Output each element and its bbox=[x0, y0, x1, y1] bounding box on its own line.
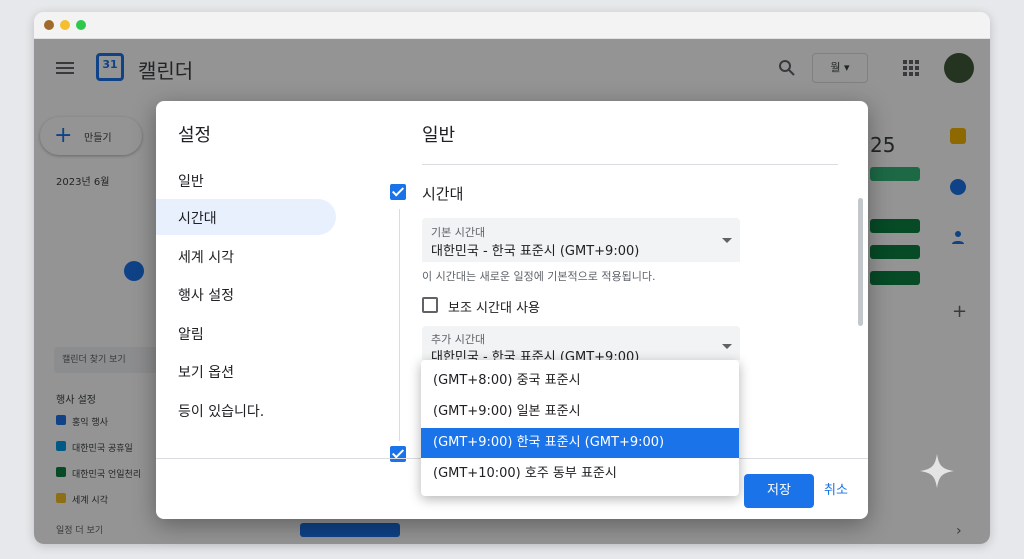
nav-item-timezone[interactable]: 시간대 bbox=[178, 208, 217, 228]
nav-item-event-settings[interactable]: 행사 설정 bbox=[178, 285, 234, 305]
extra-timezone-label: 추가 시간대 bbox=[431, 333, 486, 346]
nav-item-view-options[interactable]: 보기 옵션 bbox=[178, 362, 234, 382]
window-titlebar bbox=[34, 12, 990, 39]
dropdown-option-selected[interactable]: (GMT+9:00) 한국 표준시 (GMT+9:00) bbox=[421, 428, 739, 458]
settings-title: 설정 bbox=[178, 125, 212, 146]
extra-timezone-select[interactable]: 추가 시간대 대한민국 - 한국 표준시 (GMT+9:00) bbox=[422, 326, 740, 360]
primary-timezone-value: 대한민국 - 한국 표준시 (GMT+9:00) bbox=[431, 244, 640, 259]
timezone-help-text: 이 시간대는 새로운 일정에 기본적으로 적용됩니다. bbox=[422, 270, 656, 283]
maximize-dot[interactable] bbox=[76, 20, 86, 30]
cancel-button[interactable]: 취소 bbox=[824, 474, 848, 508]
dropdown-option[interactable]: (GMT+9:00) 일본 표준시 bbox=[421, 397, 739, 427]
nav-item-general[interactable]: 일반 bbox=[178, 171, 204, 191]
section-vertical-line bbox=[399, 209, 400, 441]
dropdown-option[interactable]: (GMT+10:00) 호주 동부 표준시 bbox=[421, 459, 739, 489]
next-section-checkbox[interactable] bbox=[390, 446, 406, 462]
primary-timezone-select[interactable]: 기본 시간대 대한민국 - 한국 표준시 (GMT+9:00) bbox=[422, 218, 740, 262]
section-divider bbox=[422, 164, 838, 165]
close-dot[interactable] bbox=[44, 20, 54, 30]
section-title: 일반 bbox=[422, 125, 456, 146]
secondary-timezone-label: 보조 시간대 사용 bbox=[448, 301, 540, 316]
nav-item-notifications[interactable]: 알림 bbox=[178, 324, 204, 344]
secondary-timezone-checkbox[interactable] bbox=[422, 297, 438, 313]
timezone-checkbox[interactable] bbox=[390, 184, 406, 200]
save-button[interactable]: 저장 bbox=[744, 474, 814, 508]
minimize-dot[interactable] bbox=[60, 20, 70, 30]
timezone-heading: 시간대 bbox=[422, 185, 464, 203]
dropdown-option[interactable]: (GMT+8:00) 중국 표준시 bbox=[421, 366, 739, 396]
nav-item-world-clock[interactable]: 세계 시각 bbox=[178, 247, 234, 267]
chevron-down-icon bbox=[722, 238, 732, 243]
scrollbar-thumb[interactable] bbox=[858, 198, 863, 326]
settings-dialog: 설정 일반 시간대 세계 시각 행사 설정 알림 보기 옵션 등이 있습니다. … bbox=[156, 101, 868, 519]
primary-timezone-label: 기본 시간대 bbox=[431, 226, 486, 239]
extra-timezone-value: 대한민국 - 한국 표준시 (GMT+9:00) bbox=[431, 350, 640, 360]
chevron-down-icon bbox=[722, 344, 732, 349]
nav-item-more[interactable]: 등이 있습니다. bbox=[178, 401, 264, 421]
sparkle-icon bbox=[920, 454, 954, 488]
timezone-dropdown: (GMT+8:00) 중국 표준시 (GMT+9:00) 일본 표준시 (GMT… bbox=[421, 360, 739, 496]
